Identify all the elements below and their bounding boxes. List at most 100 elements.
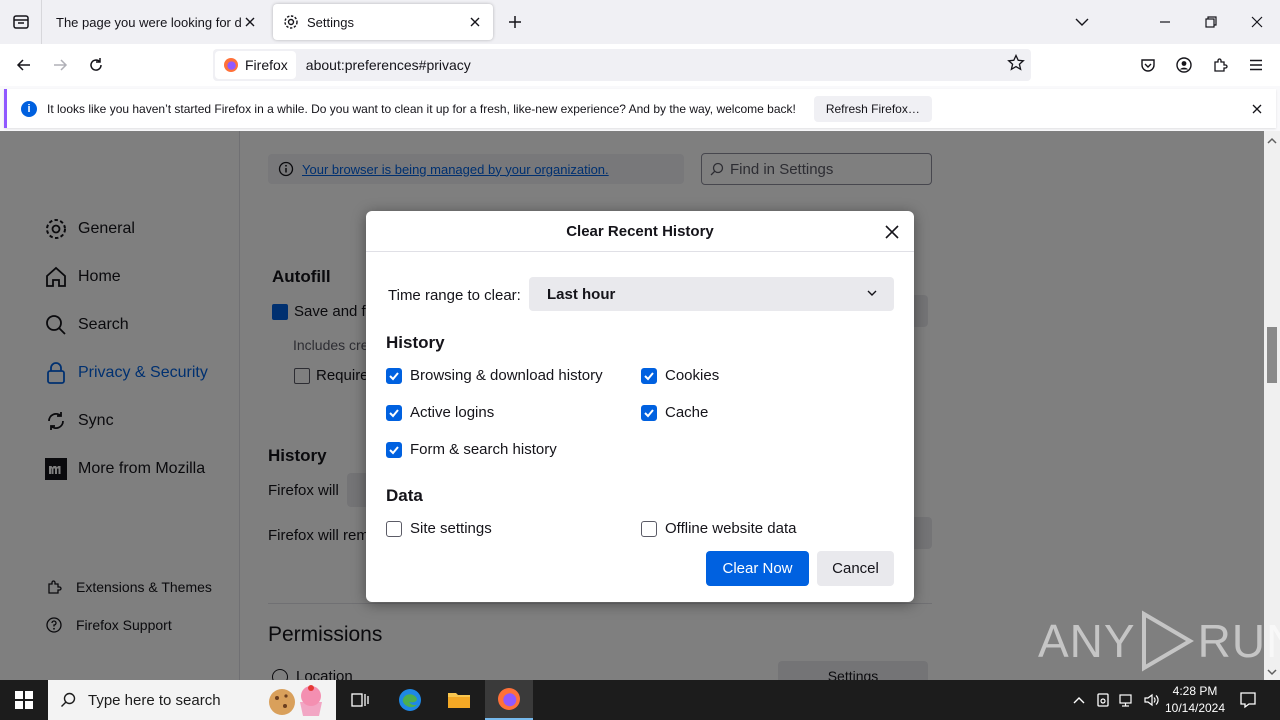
back-button[interactable] — [10, 51, 38, 79]
scroll-thumb[interactable] — [1267, 327, 1277, 383]
dialog-close-button[interactable] — [882, 222, 902, 242]
time-range-label: Time range to clear: — [388, 287, 521, 304]
account-icon — [1176, 57, 1192, 73]
cookies-option[interactable]: Cookies — [641, 367, 719, 384]
firefox-logo-icon — [224, 58, 238, 72]
browsing-history-option[interactable]: Browsing & download history — [386, 367, 603, 384]
url-bar[interactable]: Firefox about:preferences#privacy — [213, 49, 1031, 81]
forward-button[interactable] — [46, 51, 74, 79]
form-search-history-option[interactable]: Form & search history — [386, 441, 557, 458]
restore-button[interactable] — [1188, 0, 1234, 44]
pocket-button[interactable] — [1134, 51, 1162, 79]
cookies-label: Cookies — [665, 367, 720, 384]
tab-title: The page you were looking for doesn't ex… — [56, 14, 242, 30]
refresh-notification-bar: i It looks like you haven’t started Fire… — [4, 89, 1276, 128]
network-tray-icon[interactable] — [1116, 680, 1138, 720]
edge-icon — [399, 689, 421, 711]
firefox-view-button[interactable] — [0, 0, 42, 44]
device-icon — [1097, 693, 1109, 707]
tab-settings[interactable]: Settings — [273, 4, 493, 40]
taskbar-search-box[interactable]: Type here to search — [48, 680, 336, 720]
windows-taskbar: Type here to search 4:28 PM 10/14/2024 — [0, 680, 1280, 720]
app-menu-button[interactable] — [1242, 51, 1270, 79]
extensions-button[interactable] — [1206, 51, 1234, 79]
chevron-down-icon — [1075, 18, 1089, 26]
time-range-value: Last hour — [547, 285, 616, 303]
puzzle-icon — [1214, 58, 1228, 72]
chevron-down-icon — [867, 290, 877, 296]
close-icon — [1251, 16, 1263, 28]
site-settings-option[interactable]: Site settings — [386, 520, 492, 537]
bookmark-star-button[interactable] — [1007, 53, 1025, 75]
firefox-view-icon — [12, 15, 29, 29]
hamburger-icon — [1250, 59, 1262, 71]
restore-icon — [1205, 16, 1217, 28]
page-scrollbar[interactable] — [1264, 131, 1280, 680]
windows-logo-icon — [15, 691, 33, 709]
account-button[interactable] — [1170, 51, 1198, 79]
firefox-taskbar-button[interactable] — [485, 680, 533, 720]
form-search-history-checkbox[interactable] — [386, 441, 402, 458]
cache-option[interactable]: Cache — [641, 404, 708, 421]
edge-taskbar-button[interactable] — [386, 680, 434, 720]
file-explorer-taskbar-button[interactable] — [435, 680, 483, 720]
device-tray-icon[interactable] — [1092, 680, 1114, 720]
start-button[interactable] — [0, 680, 48, 720]
task-view-button[interactable] — [336, 680, 384, 720]
new-tab-button[interactable] — [503, 10, 527, 34]
anyrun-watermark: ANY RUN — [1038, 610, 1280, 672]
site-settings-label: Site settings — [410, 520, 492, 537]
offline-data-label: Offline website data — [665, 520, 797, 537]
star-icon — [1007, 53, 1025, 71]
search-icon — [61, 692, 76, 707]
active-logins-label: Active logins — [410, 404, 495, 421]
cancel-button[interactable]: Cancel — [817, 551, 894, 586]
close-icon[interactable] — [467, 14, 483, 30]
close-icon — [885, 225, 899, 239]
close-icon[interactable] — [242, 14, 258, 30]
refresh-firefox-button[interactable]: Refresh Firefox… — [813, 95, 932, 122]
clear-now-button[interactable]: Clear Now — [706, 551, 809, 586]
show-hidden-icons-button[interactable] — [1068, 680, 1090, 720]
window-close-button[interactable] — [1234, 0, 1280, 44]
watermark-text-right: RUN — [1197, 615, 1280, 667]
chevron-up-icon — [1073, 697, 1085, 704]
dialog-title: Clear Recent History — [566, 222, 714, 240]
identity-label: Firefox — [245, 57, 288, 73]
list-all-tabs-button[interactable] — [1059, 0, 1105, 44]
cookie-cupcake-icon — [269, 685, 322, 716]
active-logins-option[interactable]: Active logins — [386, 404, 494, 421]
scroll-up-icon — [1267, 137, 1277, 144]
form-search-history-label: Form & search history — [410, 441, 557, 458]
taskbar-search-placeholder: Type here to search — [88, 691, 221, 709]
play-logo-icon — [1141, 610, 1194, 672]
history-section-heading: History — [386, 333, 445, 352]
identity-box[interactable]: Firefox — [215, 51, 296, 79]
arrow-left-icon — [16, 59, 30, 71]
cache-checkbox[interactable] — [641, 404, 657, 421]
site-settings-checkbox[interactable] — [386, 520, 402, 537]
active-logins-checkbox[interactable] — [386, 404, 402, 421]
volume-tray-icon[interactable] — [1140, 680, 1162, 720]
offline-data-checkbox[interactable] — [641, 520, 657, 537]
action-center-button[interactable] — [1232, 680, 1264, 720]
notification-icon — [1240, 692, 1256, 709]
offline-data-option[interactable]: Offline website data — [641, 520, 796, 537]
close-icon[interactable] — [1252, 101, 1262, 117]
reload-button[interactable] — [82, 51, 110, 79]
minimize-icon — [1160, 21, 1170, 23]
time-range-select[interactable]: Last hour — [529, 277, 894, 311]
cookies-checkbox[interactable] — [641, 367, 657, 384]
url-text[interactable]: about:preferences#privacy — [306, 57, 471, 73]
browsing-history-checkbox[interactable] — [386, 367, 402, 384]
taskbar-clock[interactable]: 4:28 PM 10/14/2024 — [1160, 683, 1230, 717]
minimize-button[interactable] — [1142, 0, 1188, 44]
arrow-right-icon — [54, 59, 68, 71]
tab-error-page[interactable]: The page you were looking for doesn't ex… — [46, 4, 268, 40]
network-icon — [1119, 694, 1132, 707]
reload-icon — [90, 58, 102, 71]
clock-date: 10/14/2024 — [1164, 701, 1226, 715]
cache-label: Cache — [665, 404, 709, 421]
gear-icon — [284, 15, 298, 29]
speaker-icon — [1144, 693, 1159, 707]
